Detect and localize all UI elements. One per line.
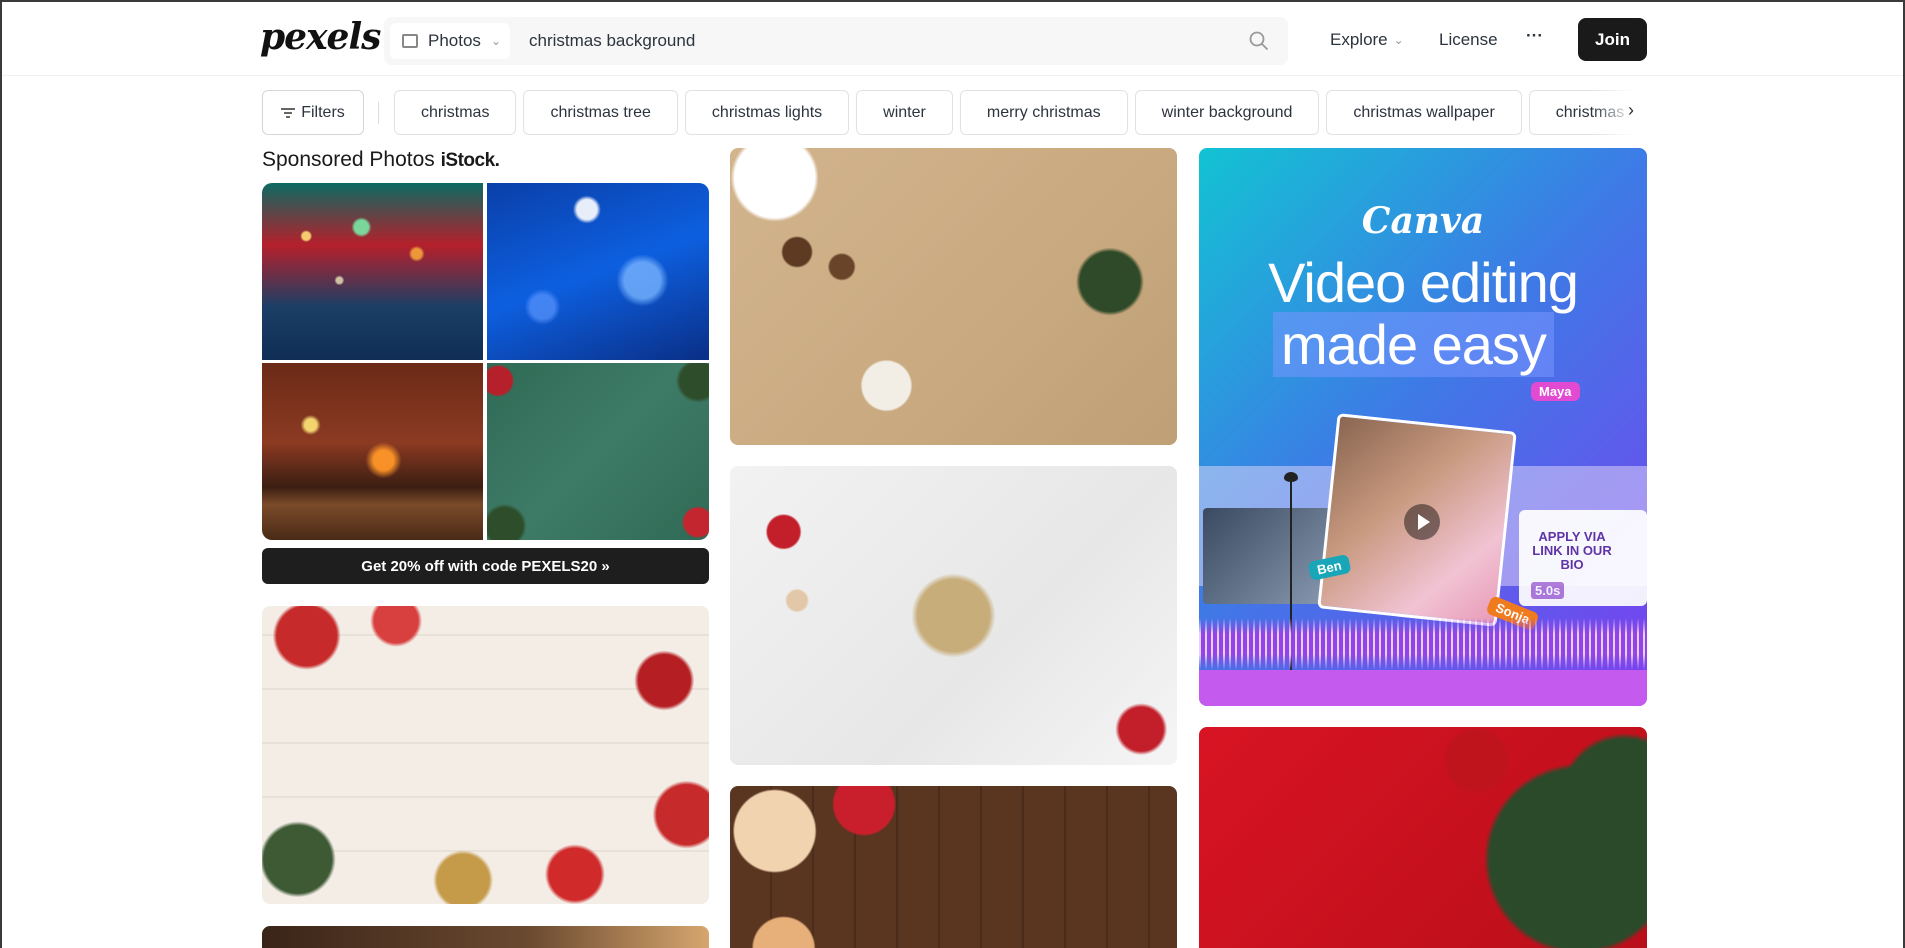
photo-red-wreath[interactable]	[1199, 727, 1647, 948]
photo-partial-bottom[interactable]	[262, 926, 709, 948]
search-type-dropdown[interactable]: Photos ⌄	[390, 23, 510, 59]
canva-headline-1: Video editing	[1268, 251, 1579, 314]
play-icon[interactable]	[1404, 504, 1440, 540]
chip-christmas-tree[interactable]: christmas tree	[523, 90, 678, 135]
chevron-right-icon[interactable]: ›	[1628, 100, 1634, 121]
divider	[378, 102, 379, 124]
apply-card-text: APPLY VIA LINK IN OUR BIO	[1532, 529, 1612, 572]
pexels-logo[interactable]: pexels	[260, 16, 381, 58]
filters-label: Filters	[301, 103, 345, 121]
sponsored-photo-fireplace[interactable]	[262, 363, 483, 540]
sponsored-photo-green-frame[interactable]	[487, 363, 709, 540]
photo-craft-flatlay[interactable]	[730, 148, 1177, 445]
audio-waveform	[1199, 618, 1647, 670]
explore-label: Explore	[1330, 30, 1388, 49]
photo-gifts-on-wood[interactable]	[730, 786, 1177, 948]
istock-logo[interactable]: iStock.	[441, 150, 500, 171]
promo-code-button[interactable]: Get 20% off with code PEXELS20 »	[262, 548, 709, 584]
playhead-handle[interactable]	[1284, 472, 1298, 482]
chevron-down-icon: ⌄	[1393, 33, 1404, 47]
search-bar[interactable]: Photos ⌄ christmas background	[384, 17, 1288, 65]
filters-button[interactable]: Filters	[262, 90, 364, 135]
photo-golden-star[interactable]	[730, 466, 1177, 765]
browser-viewport: pexels Photos ⌄ christmas background Exp…	[0, 0, 1905, 948]
canva-headline-2: made easy	[1273, 312, 1554, 377]
canva-logo: Canva	[1361, 200, 1485, 242]
join-button[interactable]: Join	[1578, 18, 1647, 61]
top-navbar: pexels Photos ⌄ christmas background Exp…	[2, 2, 1903, 76]
tag-maya: Maya	[1531, 382, 1580, 401]
apply-card: APPLY VIA LINK IN OUR BIO 5.0s	[1519, 510, 1647, 606]
sponsored-photo-blue-snowflakes[interactable]	[487, 183, 709, 360]
sponsored-photo-bokeh-red[interactable]	[262, 183, 483, 360]
duration-label: 5.0s	[1531, 582, 1565, 599]
sponsored-title: Sponsored Photos	[262, 148, 435, 171]
chips-fade	[1592, 90, 1652, 135]
chip-christmas-lights[interactable]: christmas lights	[684, 90, 850, 135]
chip-merry-christmas[interactable]: merry christmas	[959, 90, 1128, 135]
chip-winter-background[interactable]: winter background	[1134, 90, 1320, 135]
sponsored-photos-heading: Sponsored Photos iStock.	[262, 148, 500, 172]
license-link[interactable]: License	[1439, 30, 1498, 50]
related-searches: christmas christmas tree christmas lights w…	[394, 90, 1648, 135]
more-menu-icon[interactable]: ···	[1526, 26, 1543, 46]
explore-menu[interactable]: Explore ⌄	[1330, 30, 1404, 50]
chip-christmas[interactable]: christmas	[394, 90, 517, 135]
chevron-down-icon: ⌄	[490, 34, 501, 48]
photo-white-wood-frame[interactable]	[262, 606, 709, 904]
chip-christmas-wallpaper[interactable]: christmas wallpaper	[1326, 90, 1522, 135]
filter-icon	[281, 107, 296, 118]
image-icon	[402, 34, 418, 48]
search-input[interactable]: christmas background	[529, 31, 695, 51]
search-icon[interactable]	[1248, 30, 1270, 52]
search-type-label: Photos	[428, 31, 481, 50]
canva-ad[interactable]: Canva Video editing made easy Maya APPLY…	[1199, 148, 1647, 706]
timeline-bottom-bar	[1199, 670, 1647, 706]
chip-winter[interactable]: winter	[856, 90, 953, 135]
